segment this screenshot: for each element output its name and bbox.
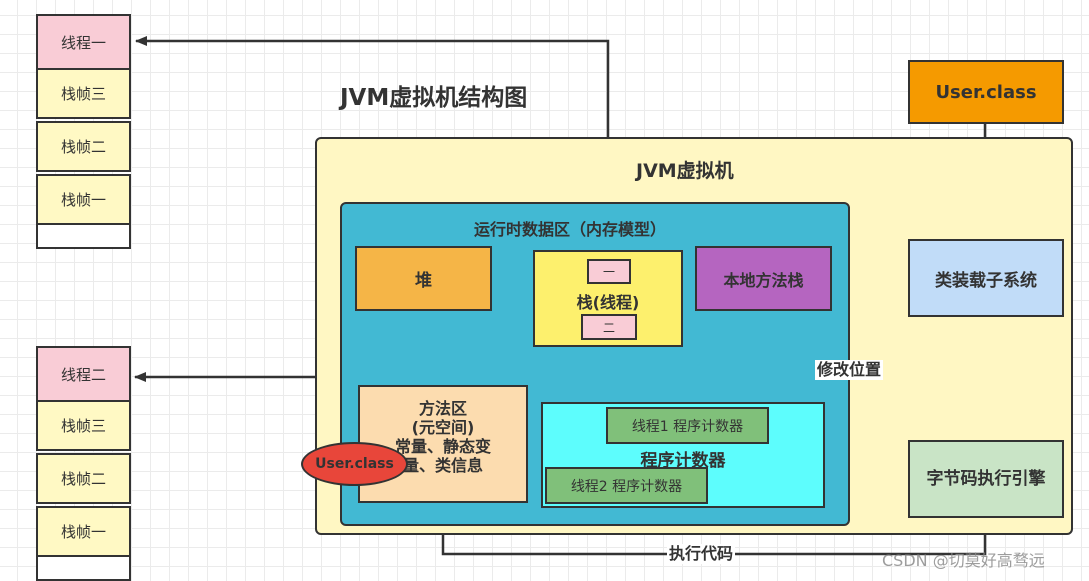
- exec-engine-label: 字节码执行引擎: [926, 469, 1046, 489]
- pc-thread-one-label: 线程1 程序计数器: [631, 418, 744, 435]
- thread-stack-two: 线程二 栈帧三 栈帧二 栈帧一: [36, 346, 131, 581]
- user-class-box: User.class: [908, 60, 1064, 124]
- stack-slot-two: 二: [581, 314, 637, 340]
- stack-frame-empty: [36, 223, 131, 249]
- stack-frame: 栈帧二: [36, 453, 131, 504]
- stack-frame: 栈帧三: [36, 68, 131, 119]
- stack-frame: 栈帧一: [36, 506, 131, 557]
- stack-label: 栈(线程): [576, 293, 640, 312]
- runtime-data-area-label: 运行时数据区（内存模型）: [474, 220, 667, 239]
- heap-label: 堆: [415, 271, 432, 291]
- stack-slot-label: 一: [602, 265, 615, 279]
- stack-frame: 栈帧二: [36, 121, 131, 172]
- stack-frame-label: 栈帧二: [60, 470, 106, 488]
- thread-one-header: 线程一: [36, 14, 131, 70]
- stack-frame-label: 栈帧二: [60, 138, 106, 156]
- thread-two-label: 线程二: [60, 365, 106, 384]
- pc-thread-two-label: 线程2 程序计数器: [570, 478, 683, 495]
- stack-frame-label: 栈帧三: [60, 85, 106, 103]
- user-class-ellipse-label: User.class: [315, 456, 394, 472]
- native-method-stack-box: 本地方法栈: [695, 246, 832, 311]
- stack-box: 一 栈(线程) 二: [533, 250, 683, 347]
- stack-frame-label: 栈帧一: [60, 191, 106, 209]
- class-loader-box: 类装载子系统: [908, 239, 1064, 317]
- user-class-ellipse: User.class: [301, 442, 408, 486]
- stack-frame-label: 栈帧三: [60, 417, 106, 435]
- stack-slot-one: 一: [587, 259, 631, 284]
- program-counter-box: 线程1 程序计数器 程序计数器 线程2 程序计数器: [541, 402, 825, 508]
- method-area-box: 方法区 (元空间) 常量、静态变 量、类信息: [358, 385, 528, 503]
- pc-thread-two: 线程2 程序计数器: [545, 467, 708, 504]
- method-area-title: 方法区: [418, 399, 467, 418]
- stack-frame: 栈帧一: [36, 174, 131, 225]
- class-loader-label: 类装载子系统: [935, 270, 1037, 291]
- pc-thread-one: 线程1 程序计数器: [606, 407, 769, 444]
- thread-one-label: 线程一: [60, 33, 106, 52]
- diagram-title: JVM虚拟机结构图: [340, 85, 528, 111]
- jvm-label: JVM虚拟机: [636, 160, 734, 182]
- stack-frame-label: 栈帧一: [60, 523, 106, 541]
- watermark: CSDN @切莫好高骛远: [882, 551, 1045, 570]
- native-method-stack-label: 本地方法栈: [723, 270, 804, 290]
- method-area-subtitle: (元空间): [411, 418, 475, 437]
- edge-label-modify-position: 修改位置: [815, 360, 884, 380]
- heap-box: 堆: [355, 246, 492, 311]
- stack-frame: 栈帧三: [36, 400, 131, 451]
- user-class-label: User.class: [935, 81, 1037, 103]
- thread-two-header: 线程二: [36, 346, 131, 402]
- edge-label-execute-code: 执行代码: [667, 544, 736, 564]
- exec-engine-box: 字节码执行引擎: [908, 440, 1064, 518]
- thread-stack-one: 线程一 栈帧三 栈帧二 栈帧一: [36, 14, 131, 249]
- stack-slot-label: 二: [602, 320, 615, 335]
- stack-frame-empty: [36, 555, 131, 581]
